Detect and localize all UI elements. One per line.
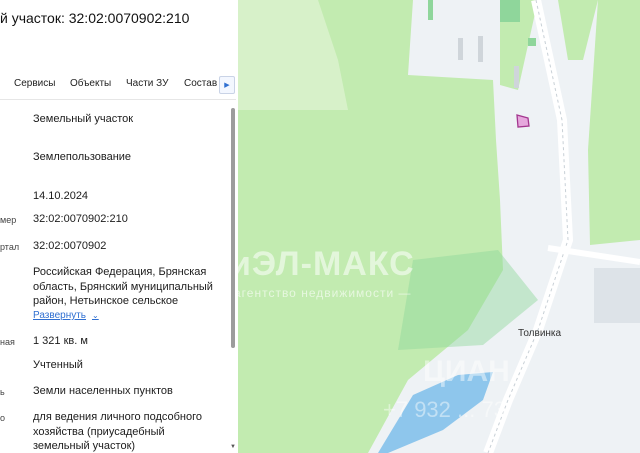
tab-composition[interactable]: Состав <box>184 78 217 89</box>
scrollbar-thumb[interactable] <box>231 108 235 348</box>
building <box>458 38 463 60</box>
page-title: й участок: 32:02:0070902:210 <box>0 10 190 26</box>
attribute-label: мер <box>0 215 17 225</box>
attribute-value-date: 14.10.2024 <box>33 190 89 202</box>
attribute-label: ь <box>0 387 5 397</box>
map-view[interactable]: иЭЛ-МАКС агентство недвижимости — ЦИАН +… <box>238 0 640 453</box>
scroll-down-arrow-icon[interactable]: ▼ <box>229 443 237 451</box>
attribute-label: о <box>0 413 6 423</box>
watermark-subtitle: агентство недвижимости — <box>238 286 412 300</box>
attribute-value-address: Российская Федерация, Брянская область, … <box>33 266 213 307</box>
attribute-value-quarter: 32:02:0070902 <box>33 240 107 252</box>
chevron-right-icon: ▶ <box>224 82 230 89</box>
plot <box>528 38 536 46</box>
industrial-block <box>594 268 640 323</box>
forest-east <box>588 0 640 245</box>
attribute-label: ртал <box>0 242 20 252</box>
attribute-value-status: Учтенный <box>33 359 83 371</box>
attribute-value-permitted-use: для ведения личного подсобного хозяйства… <box>33 411 203 452</box>
attribute-label: ная <box>0 337 15 347</box>
attribute-list: Земельный участок Землепользование 14.10… <box>0 100 228 453</box>
attribute-value-kind: Землепользование <box>33 151 132 163</box>
watermark-phone: +7 932 ... 73 <box>383 397 506 422</box>
info-panel: й участок: 32:02:0070902:210 Сервисы Объ… <box>0 0 239 453</box>
attribute-value-category: Земли населенных пунктов <box>33 385 173 397</box>
expand-address-link[interactable]: Развернуть ⌄ <box>33 310 99 321</box>
attribute-value-area: 1 321 кв. м <box>33 335 88 347</box>
village-label: Толвинка <box>518 328 562 339</box>
building <box>478 36 483 62</box>
watermark-cian: ЦИАН <box>423 355 510 388</box>
field-plot <box>500 0 520 22</box>
plot <box>428 0 433 20</box>
watermark-brand: иЭЛ-МАКС <box>238 245 415 283</box>
chevron-down-icon: ⌄ <box>92 311 99 320</box>
expand-label: Развернуть <box>33 310 87 321</box>
tab-services[interactable]: Сервисы <box>14 78 55 89</box>
scrollbar[interactable]: ▼ <box>229 100 237 453</box>
attribute-value-type: Земельный участок <box>33 113 134 125</box>
tabs-next-button[interactable]: ▶ <box>219 76 235 94</box>
tab-objects[interactable]: Объекты <box>70 78 111 89</box>
tab-bar: Сервисы Объекты Части ЗУ Состав <box>0 72 238 96</box>
building <box>514 66 519 88</box>
attribute-value-cadastral-number: 32:02:0070902:210 <box>33 213 128 225</box>
tab-parts[interactable]: Части ЗУ <box>126 78 168 89</box>
